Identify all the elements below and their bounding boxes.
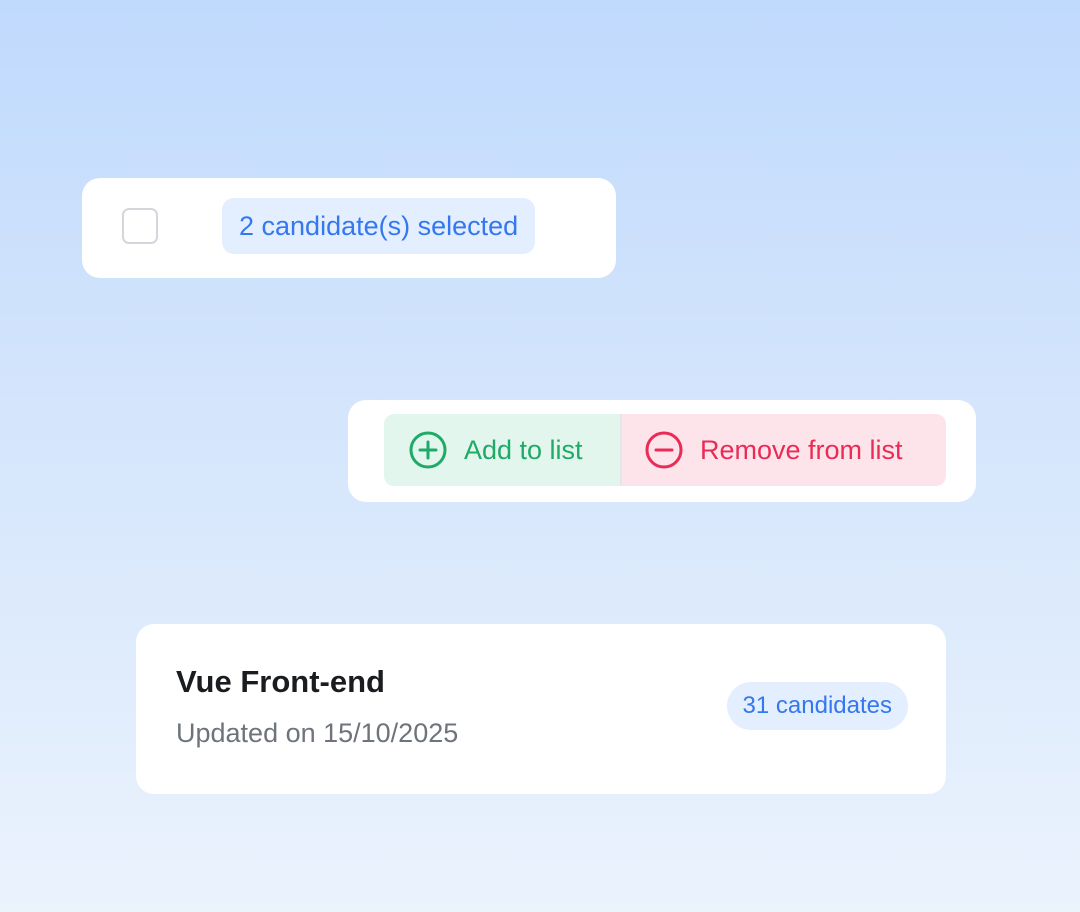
candidate-list-card[interactable]: Vue Front-end Updated on 15/10/2025 31 c…: [136, 624, 946, 794]
list-updated-date: Updated on 15/10/2025: [176, 718, 459, 748]
add-to-list-button[interactable]: Add to list: [384, 414, 620, 486]
select-all-checkbox[interactable]: [122, 208, 158, 244]
remove-from-list-label: Remove from list: [700, 434, 903, 465]
plus-circle-icon: [408, 430, 448, 470]
list-actions-toolbar: Add to list Remove from list: [348, 400, 976, 502]
list-action-button-group: Add to list Remove from list: [384, 414, 946, 486]
candidate-count-badge: 31 candidates: [726, 682, 908, 730]
minus-circle-icon: [644, 430, 684, 470]
selected-count-badge: 2 candidate(s) selected: [222, 198, 536, 254]
list-title: Vue Front-end: [176, 664, 385, 699]
remove-from-list-button[interactable]: Remove from list: [622, 414, 946, 486]
selection-bar: 2 candidate(s) selected: [82, 178, 616, 278]
add-to-list-label: Add to list: [464, 434, 583, 465]
